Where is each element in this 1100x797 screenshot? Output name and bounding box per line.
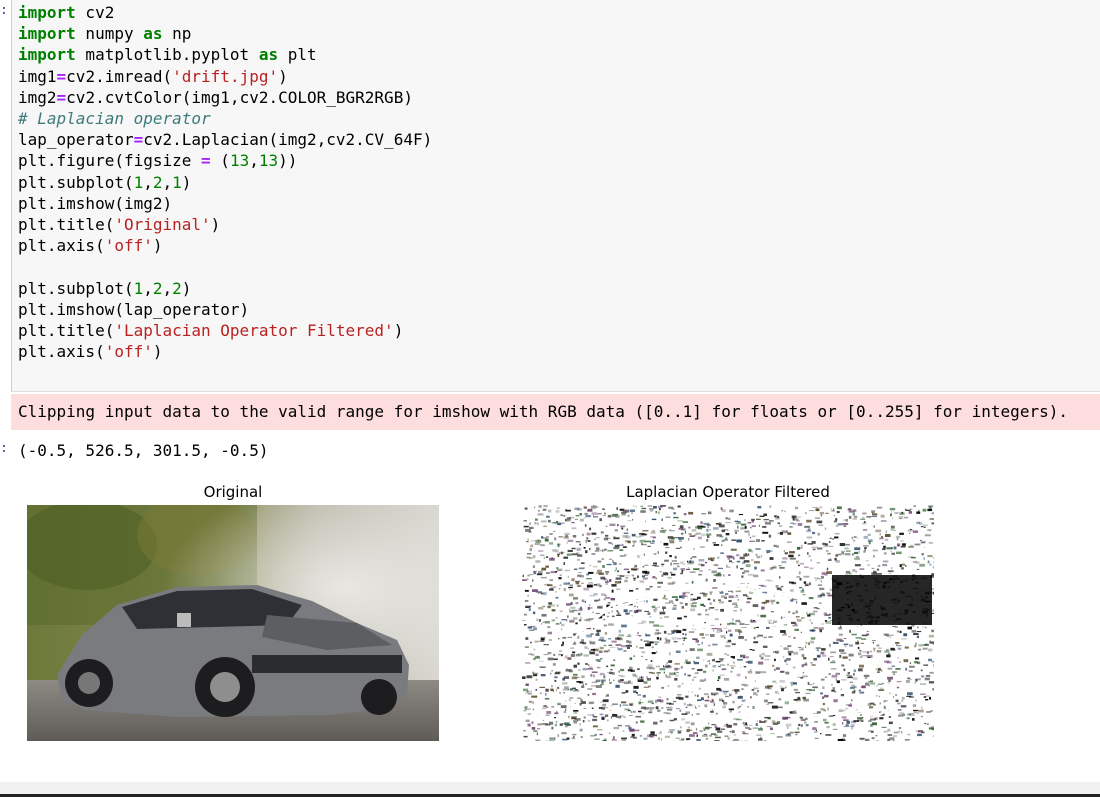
laplacian-plot-title: Laplacian Operator Filtered bbox=[626, 483, 830, 501]
warning-text: Clipping input data to the valid range f… bbox=[18, 402, 1068, 421]
original-plot-title: Original bbox=[203, 483, 263, 501]
original-image bbox=[27, 505, 439, 741]
code-editor[interactable]: import cv2 import numpy as np import mat… bbox=[18, 2, 432, 362]
horizontal-scrollbar[interactable] bbox=[0, 782, 1100, 794]
cell-gutter: : : bbox=[0, 0, 8, 797]
gutter-mark: : bbox=[0, 441, 8, 456]
result-output: (-0.5, 526.5, 301.5, -0.5) bbox=[18, 441, 269, 460]
code-cell[interactable]: import cv2 import numpy as np import mat… bbox=[11, 0, 1100, 392]
stderr-output: Clipping input data to the valid range f… bbox=[11, 394, 1100, 430]
gutter-mark: : bbox=[0, 3, 8, 18]
laplacian-image bbox=[522, 505, 934, 741]
